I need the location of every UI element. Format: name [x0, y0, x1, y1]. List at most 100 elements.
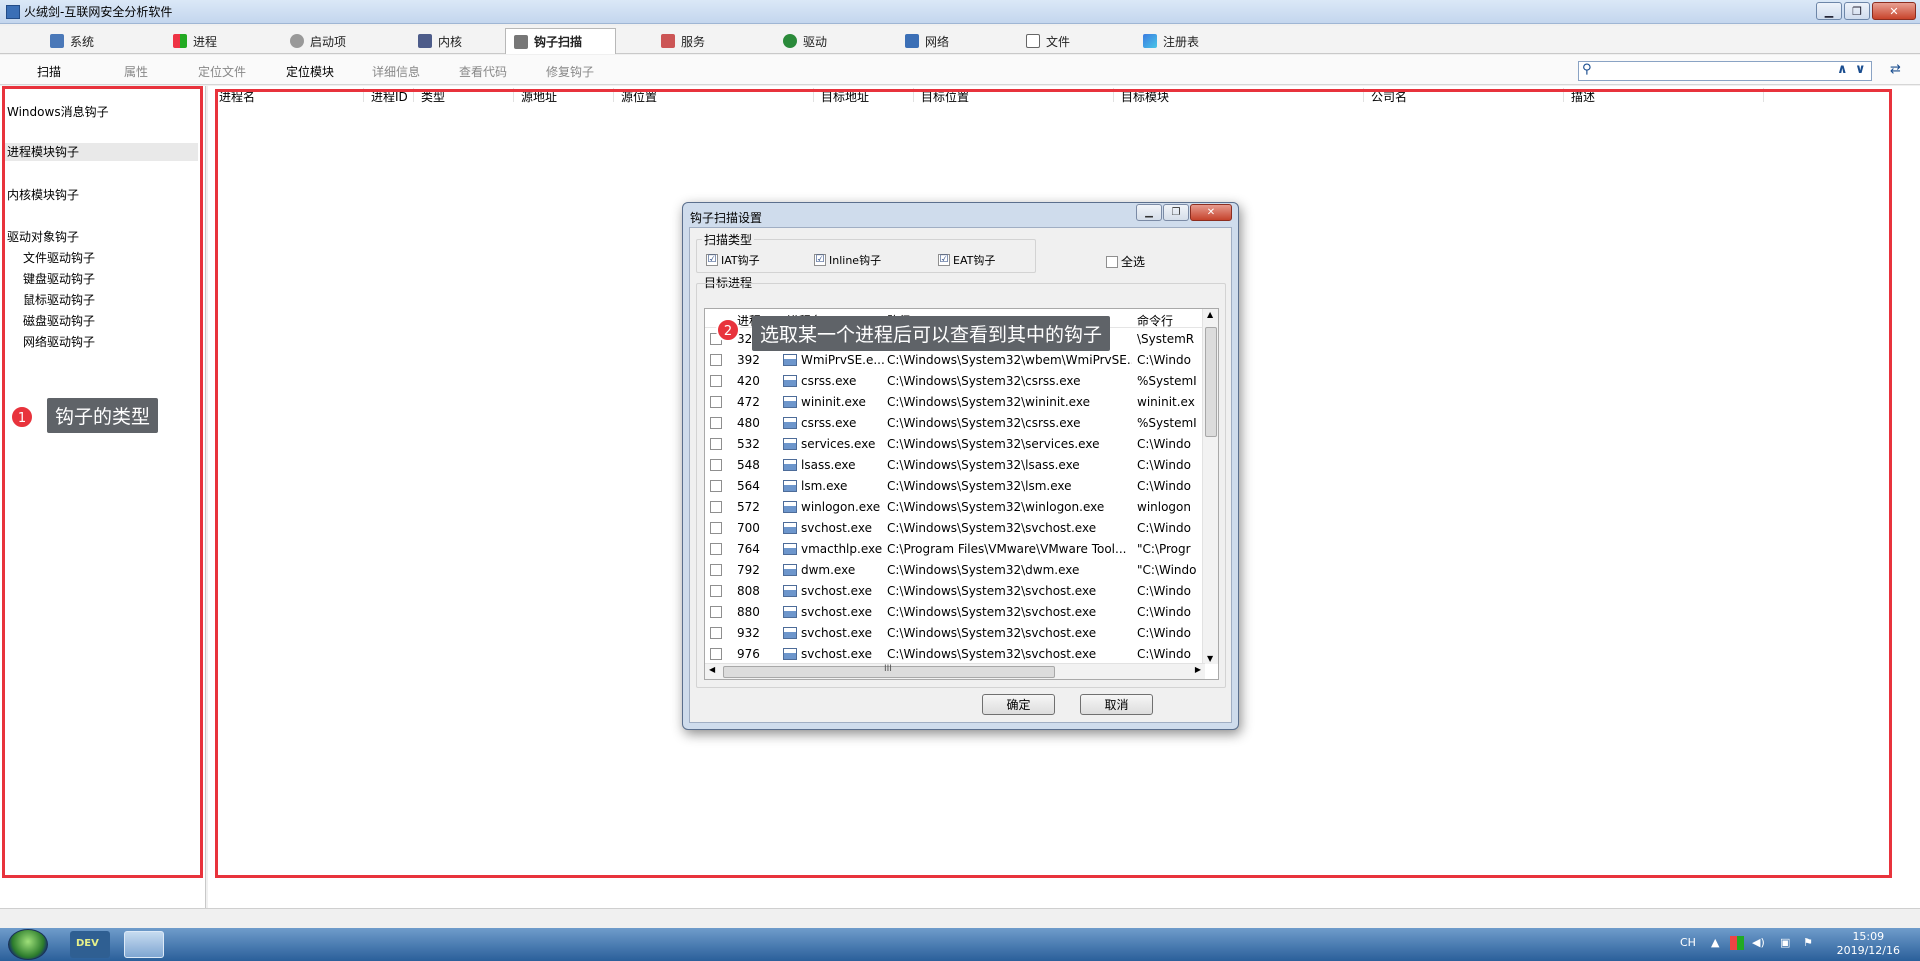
row-checkbox[interactable]	[710, 648, 722, 660]
row-checkbox[interactable]	[710, 564, 722, 576]
table-row[interactable]: 764 vmacthlp.exe C:\Program Files\VMware\V…	[705, 539, 1200, 560]
column-source-address[interactable]: 源地址	[514, 88, 614, 104]
row-checkbox[interactable]	[710, 354, 722, 366]
locate-file-button[interactable]: 定位文件	[198, 63, 246, 80]
table-row[interactable]: 572 winlogon.exe C:\Windows\System32\winlo…	[705, 497, 1200, 518]
tab-process[interactable]: 进程	[165, 28, 225, 54]
dialog-minimize-button[interactable]: ▁	[1136, 204, 1162, 221]
vertical-scrollbar[interactable]: ▲ ▼	[1202, 309, 1218, 664]
scan-button[interactable]: 扫描	[37, 63, 61, 80]
tab-files[interactable]: 文件	[1018, 28, 1078, 54]
hscroll-thumb[interactable]: III	[723, 664, 1055, 678]
row-checkbox[interactable]	[710, 543, 722, 555]
table-row[interactable]: 480 csrss.exe C:\Windows\System32\csrss.ex…	[705, 413, 1200, 434]
properties-button[interactable]: 属性	[124, 63, 148, 80]
tab-startup[interactable]: 启动项	[282, 28, 354, 54]
table-row[interactable]: 700 svchost.exe C:\Windows\System32\svchos…	[705, 518, 1200, 539]
column-process-name[interactable]: 进程名	[212, 88, 364, 104]
column-target-location[interactable]: 目标位置	[914, 88, 1114, 104]
search-prev-icon[interactable]: ∧	[1837, 62, 1848, 77]
row-checkbox[interactable]	[710, 522, 722, 534]
row-checkbox[interactable]	[710, 480, 722, 492]
close-button[interactable]: ✕	[1872, 2, 1916, 20]
tab-kernel[interactable]: 内核	[410, 28, 470, 54]
security-app-icon[interactable]	[124, 931, 164, 958]
column-description[interactable]: 描述	[1564, 88, 1764, 104]
table-row[interactable]: 792 dwm.exe C:\Windows\System32\dwm.exe "C:…	[705, 560, 1200, 581]
tab-drivers[interactable]: 驱动	[775, 28, 835, 54]
row-checkbox[interactable]	[710, 375, 722, 387]
tab-registry[interactable]: 注册表	[1135, 28, 1207, 54]
row-checkbox[interactable]	[710, 438, 722, 450]
dialog-close-button[interactable]: ✕	[1190, 204, 1232, 221]
table-row[interactable]: 472 wininit.exe C:\Windows\System32\winini…	[705, 392, 1200, 413]
table-row[interactable]: 808 svchost.exe C:\Windows\System32\svchos…	[705, 581, 1200, 602]
table-row[interactable]: 392 WmiPrvSE.e... C:\Windows\System32\wbem…	[705, 350, 1200, 371]
table-row[interactable]: 976 svchost.exe C:\Windows\System32\svchos…	[705, 644, 1200, 665]
refresh-icon[interactable]: ⇄	[1890, 62, 1901, 77]
column-company[interactable]: 公司名	[1364, 88, 1564, 104]
view-code-button[interactable]: 查看代码	[459, 63, 507, 80]
sidebar-item-disk-driver-hook[interactable]: 磁盘驱动钩子	[23, 312, 95, 329]
row-checkbox[interactable]	[710, 606, 722, 618]
row-checkbox[interactable]	[710, 396, 722, 408]
sidebar-item-keyboard-driver-hook[interactable]: 键盘驱动钩子	[23, 270, 95, 287]
dev-app-icon[interactable]: DEV	[70, 931, 110, 958]
column-target-address[interactable]: 目标地址	[814, 88, 914, 104]
sidebar-item-driver-object-hook[interactable]: 驱动对象钩子	[7, 228, 79, 245]
column-process-id[interactable]: 进程ID	[364, 88, 414, 104]
sidebar-item-windows-message-hook[interactable]: Windows消息钩子	[7, 103, 109, 120]
search-next-icon[interactable]: ∨	[1855, 62, 1866, 77]
tray-expand-icon[interactable]: ▲	[1711, 936, 1719, 949]
details-button[interactable]: 详细信息	[372, 63, 420, 80]
flag-icon[interactable]	[1730, 936, 1744, 950]
tab-hook-scan[interactable]: 钩子扫描	[505, 28, 616, 54]
start-button[interactable]	[8, 929, 48, 960]
clock[interactable]: 15:09 2019/12/16	[1837, 930, 1900, 958]
sidebar-item-mouse-driver-hook[interactable]: 鼠标驱动钩子	[23, 291, 95, 308]
network-tray-icon[interactable]: ▣	[1780, 936, 1790, 949]
column-type[interactable]: 类型	[414, 88, 514, 104]
row-checkbox[interactable]	[710, 585, 722, 597]
scroll-down-icon[interactable]: ▼	[1207, 654, 1213, 663]
select-all-checkbox[interactable]: 全选	[1106, 253, 1145, 270]
sidebar-item-file-driver-hook[interactable]: 文件驱动钩子	[23, 249, 95, 266]
table-row[interactable]: 564 lsm.exe C:\Windows\System32\lsm.exe C:\…	[705, 476, 1200, 497]
scroll-thumb[interactable]	[1205, 327, 1217, 437]
locate-module-button[interactable]: 定位模块	[286, 63, 334, 80]
row-checkbox[interactable]	[710, 501, 722, 513]
sidebar-item-kernel-module-hook[interactable]: 内核模块钩子	[7, 186, 79, 203]
table-row[interactable]: 532 services.exe C:\Windows\System32\servi…	[705, 434, 1200, 455]
dialog-maximize-button[interactable]: ❐	[1163, 204, 1189, 221]
horizontal-scrollbar[interactable]: ◀ III ▶	[705, 663, 1205, 679]
column-target-module[interactable]: 目标模块	[1114, 88, 1364, 104]
scroll-left-icon[interactable]: ◀	[709, 665, 715, 674]
table-row[interactable]: 420 csrss.exe C:\Windows\System32\csrss.ex…	[705, 371, 1200, 392]
scroll-right-icon[interactable]: ▶	[1195, 665, 1201, 674]
fix-hook-button[interactable]: 修复钩子	[546, 63, 594, 80]
tab-system[interactable]: 系统	[42, 28, 102, 54]
search-input[interactable]	[1601, 63, 1801, 79]
table-row[interactable]: 548 lsass.exe C:\Windows\System32\lsass.ex…	[705, 455, 1200, 476]
iat-hook-checkbox[interactable]: ☑ IAT钩子	[706, 252, 760, 268]
row-checkbox[interactable]	[710, 627, 722, 639]
action-center-icon[interactable]: ⚑	[1803, 936, 1813, 949]
table-row[interactable]: 880 svchost.exe C:\Windows\System32\svchos…	[705, 602, 1200, 623]
sidebar-item-network-driver-hook[interactable]: 网络驱动钩子	[23, 333, 95, 350]
sidebar-item-process-module-hook[interactable]: 进程模块钩子	[2, 143, 198, 161]
tab-network[interactable]: 网络	[897, 28, 957, 54]
search-icon[interactable]: ⚲	[1582, 62, 1592, 77]
cancel-button[interactable]: 取消	[1080, 694, 1153, 715]
maximize-button[interactable]: ❐	[1844, 2, 1870, 20]
tab-services[interactable]: 服务	[653, 28, 713, 54]
scroll-up-icon[interactable]: ▲	[1207, 310, 1213, 319]
row-checkbox[interactable]	[710, 417, 722, 429]
eat-hook-checkbox[interactable]: ☑ EAT钩子	[938, 252, 995, 268]
table-row[interactable]: 932 svchost.exe C:\Windows\System32\svchos…	[705, 623, 1200, 644]
volume-icon[interactable]: ◀)	[1752, 936, 1765, 949]
ok-button[interactable]: 确定	[982, 694, 1055, 715]
inline-hook-checkbox[interactable]: ☑ Inline钩子	[814, 252, 881, 268]
language-indicator[interactable]: CH	[1680, 936, 1696, 949]
column-cmdline[interactable]: 命令行	[1137, 312, 1173, 329]
column-source-location[interactable]: 源位置	[614, 88, 814, 104]
